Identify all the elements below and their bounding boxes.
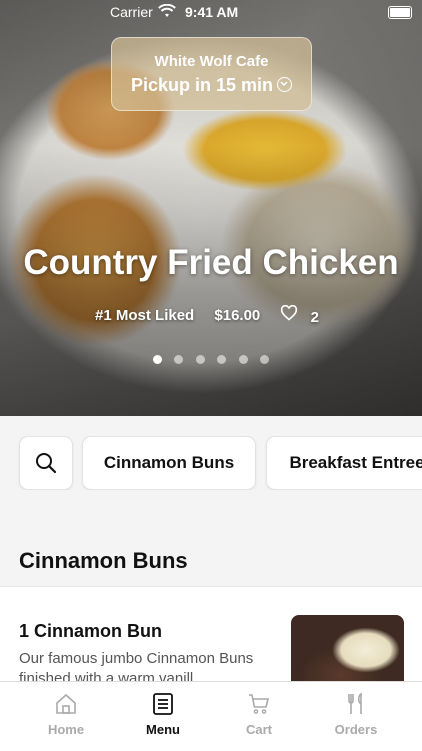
hero-banner[interactable]: Carrier 9:41 AM White Wolf Cafe Pickup i…: [0, 0, 422, 416]
category-bar: Cinnamon Buns Breakfast Entree: [0, 436, 422, 490]
status-bar: Carrier 9:41 AM: [0, 0, 422, 24]
menu-icon: [153, 693, 173, 715]
hero-badge: #1 Most Liked: [95, 306, 195, 324]
carousel-dot[interactable]: [174, 355, 184, 364]
carousel-dot[interactable]: [152, 355, 162, 364]
carousel-dot[interactable]: [260, 355, 270, 364]
search-button[interactable]: [19, 436, 73, 490]
carousel-dot[interactable]: [217, 355, 227, 364]
carousel-dot[interactable]: [195, 355, 205, 364]
tab-label: Home: [47, 722, 85, 737]
pickup-time-row: Pickup in 15 min: [112, 75, 311, 96]
tab-cart[interactable]: Cart: [211, 692, 307, 737]
fork-knife-icon: [348, 692, 362, 714]
tab-orders[interactable]: Orders: [308, 692, 404, 737]
category-chip[interactable]: Breakfast Entree: [266, 436, 422, 490]
tab-home[interactable]: Home: [18, 692, 114, 737]
hero-title: Country Fried Chicken: [23, 243, 399, 282]
tab-label: Cart: [245, 722, 272, 737]
like-button[interactable]: 2: [280, 304, 327, 326]
search-icon: [36, 453, 57, 474]
pickup-time: Pickup in 15 min: [130, 75, 274, 95]
battery-icon: [388, 6, 412, 19]
menu-item-name: 1 Cinnamon Bun: [19, 621, 162, 641]
heart-icon: [281, 304, 298, 321]
tab-label: Orders: [334, 722, 378, 737]
restaurant-name: White Wolf Cafe: [154, 53, 269, 70]
category-chip[interactable]: Cinnamon Buns: [82, 436, 256, 490]
home-icon: [56, 693, 76, 714]
carousel-indicator[interactable]: [0, 351, 422, 369]
carrier-label: Carrier: [110, 4, 153, 20]
hero-price: $16.00: [214, 306, 261, 324]
section-title: Cinnamon Buns: [19, 548, 188, 573]
carousel-dot[interactable]: [238, 355, 248, 364]
hero-meta: #1 Most Liked $16.00 2: [0, 304, 422, 326]
cart-icon: [249, 694, 270, 714]
like-count: 2: [310, 308, 319, 326]
pickup-selector[interactable]: White Wolf Cafe Pickup in 15 min: [111, 37, 312, 111]
chevron-down-icon: [277, 76, 293, 92]
tab-menu[interactable]: Menu: [115, 692, 211, 737]
wifi-icon: [158, 4, 176, 17]
menu-item-card[interactable]: 1 Cinnamon Bun Our famous jumbo Cinnamon…: [0, 586, 422, 695]
tab-label: Menu: [146, 722, 180, 737]
status-time: 9:41 AM: [185, 4, 239, 20]
tab-bar: Home Menu Cart Orders: [0, 681, 422, 751]
